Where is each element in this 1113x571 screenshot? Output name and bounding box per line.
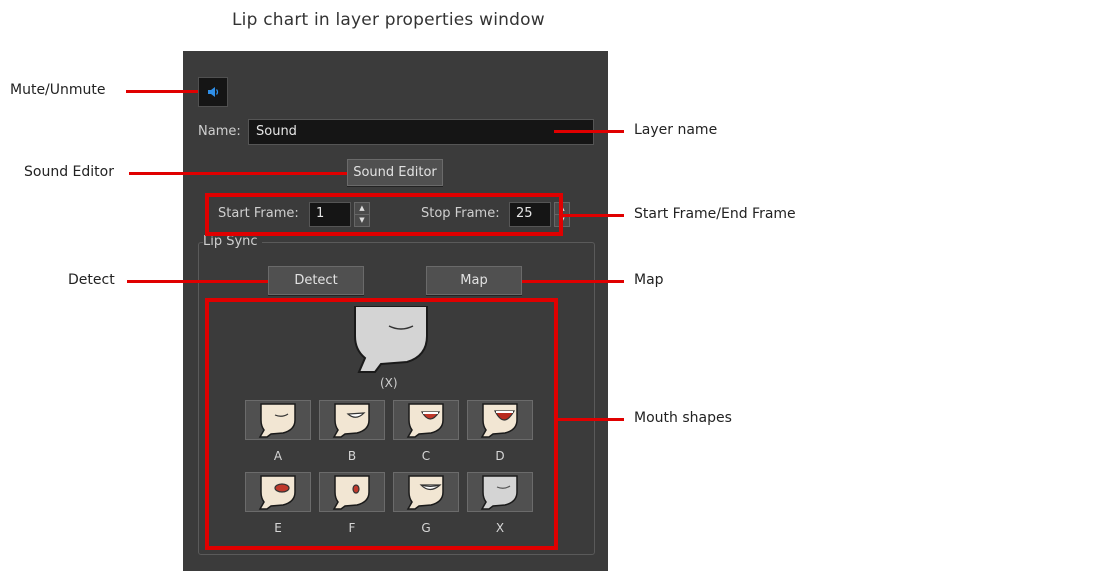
mute-annotation: Mute/Unmute (10, 82, 106, 98)
frames-pointer-line (563, 214, 624, 217)
detect-annotation: Detect (68, 272, 115, 288)
layer-name-annotation: Layer name (634, 122, 718, 138)
mute-pointer-line (126, 90, 198, 93)
mouth-shapes-pointer-line (558, 418, 624, 421)
mouth-shapes-highlight-box (205, 298, 558, 550)
detect-pointer-line (127, 280, 268, 283)
frames-highlight-box (205, 193, 563, 236)
map-pointer-line (522, 280, 624, 283)
name-label: Name: (198, 124, 241, 139)
layer-name-input[interactable]: Sound (248, 119, 594, 145)
layer-name-pointer-line (554, 130, 624, 133)
detect-button[interactable]: Detect (268, 266, 364, 295)
map-annotation: Map (634, 272, 664, 288)
figure-caption: Lip chart in layer properties window (232, 10, 545, 30)
frames-annotation: Start Frame/End Frame (634, 206, 796, 222)
sound-editor-annotation: Sound Editor (24, 164, 114, 180)
sound-editor-pointer-line (129, 172, 347, 175)
speaker-icon (208, 87, 219, 97)
mouth-shapes-annotation: Mouth shapes (634, 410, 732, 426)
sound-editor-button[interactable]: Sound Editor (347, 159, 443, 186)
mute-toggle-button[interactable] (198, 77, 228, 107)
lip-sync-group-title: Lip Sync (203, 234, 262, 249)
map-button[interactable]: Map (426, 266, 522, 295)
